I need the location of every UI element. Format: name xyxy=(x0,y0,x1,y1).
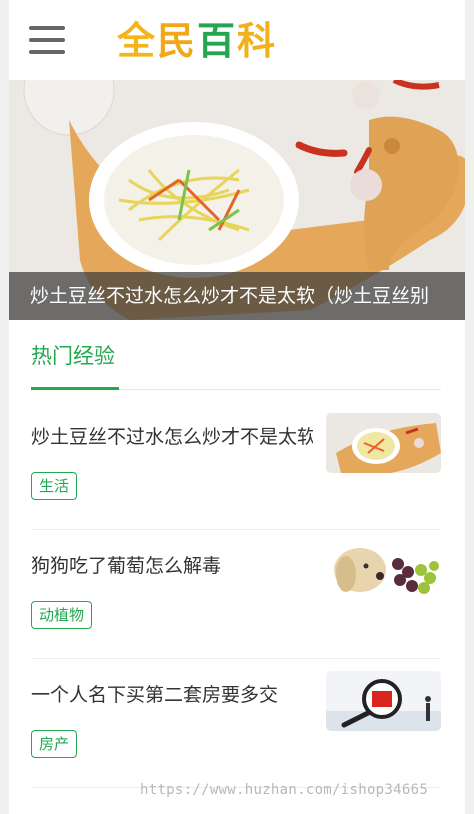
dog-grapes-thumbnail[interactable] xyxy=(326,542,441,602)
logo-char: 全 xyxy=(117,19,158,63)
article-title[interactable]: 炒土豆丝不过水怎么炒才不是太软 xyxy=(31,424,313,450)
category-tag[interactable]: 生活 xyxy=(31,472,78,500)
watermark-text: https://www.huzhan.com/ishop34665 xyxy=(140,782,429,798)
potato-dish-thumbnail[interactable] xyxy=(326,413,441,473)
logo-char: 科 xyxy=(237,19,278,63)
category-tag[interactable]: 动植物 xyxy=(31,601,93,629)
category-tag[interactable]: 房产 xyxy=(31,730,78,758)
list-item[interactable]: 炒土豆丝不过水怎么炒才不是太软 生活 xyxy=(31,413,441,554)
list-item[interactable]: 狗狗吃了葡萄怎么解毒 动植物 xyxy=(31,542,441,683)
menu-icon[interactable] xyxy=(29,26,65,54)
site-logo[interactable]: 全民百科 xyxy=(117,18,277,64)
banner-caption: 炒土豆丝不过水怎么炒才不是太软（炒土豆丝别 xyxy=(9,272,465,320)
section-title[interactable]: 热门经验 xyxy=(31,342,115,370)
article-title[interactable]: 狗狗吃了葡萄怎么解毒 xyxy=(31,553,313,579)
header: 全民百科 xyxy=(9,0,465,81)
page: 全民百科 炒土豆丝不过水怎么炒才不是太软（炒土豆丝别 热门经验 炒土豆丝不过水怎… xyxy=(9,0,465,814)
divider xyxy=(31,529,441,530)
section-title-underline xyxy=(31,387,119,390)
tax-magnifier-thumbnail[interactable] xyxy=(326,671,441,731)
divider xyxy=(31,658,441,659)
article-title[interactable]: 一个人名下买第二套房要多交 xyxy=(31,682,313,708)
banner-caption-text: 炒土豆丝不过水怎么炒才不是太软（炒土豆丝别 xyxy=(30,285,430,307)
logo-char: 百 xyxy=(197,19,238,63)
logo-char: 民 xyxy=(157,19,198,63)
banner-slide[interactable]: 炒土豆丝不过水怎么炒才不是太软（炒土豆丝别 xyxy=(9,80,465,320)
